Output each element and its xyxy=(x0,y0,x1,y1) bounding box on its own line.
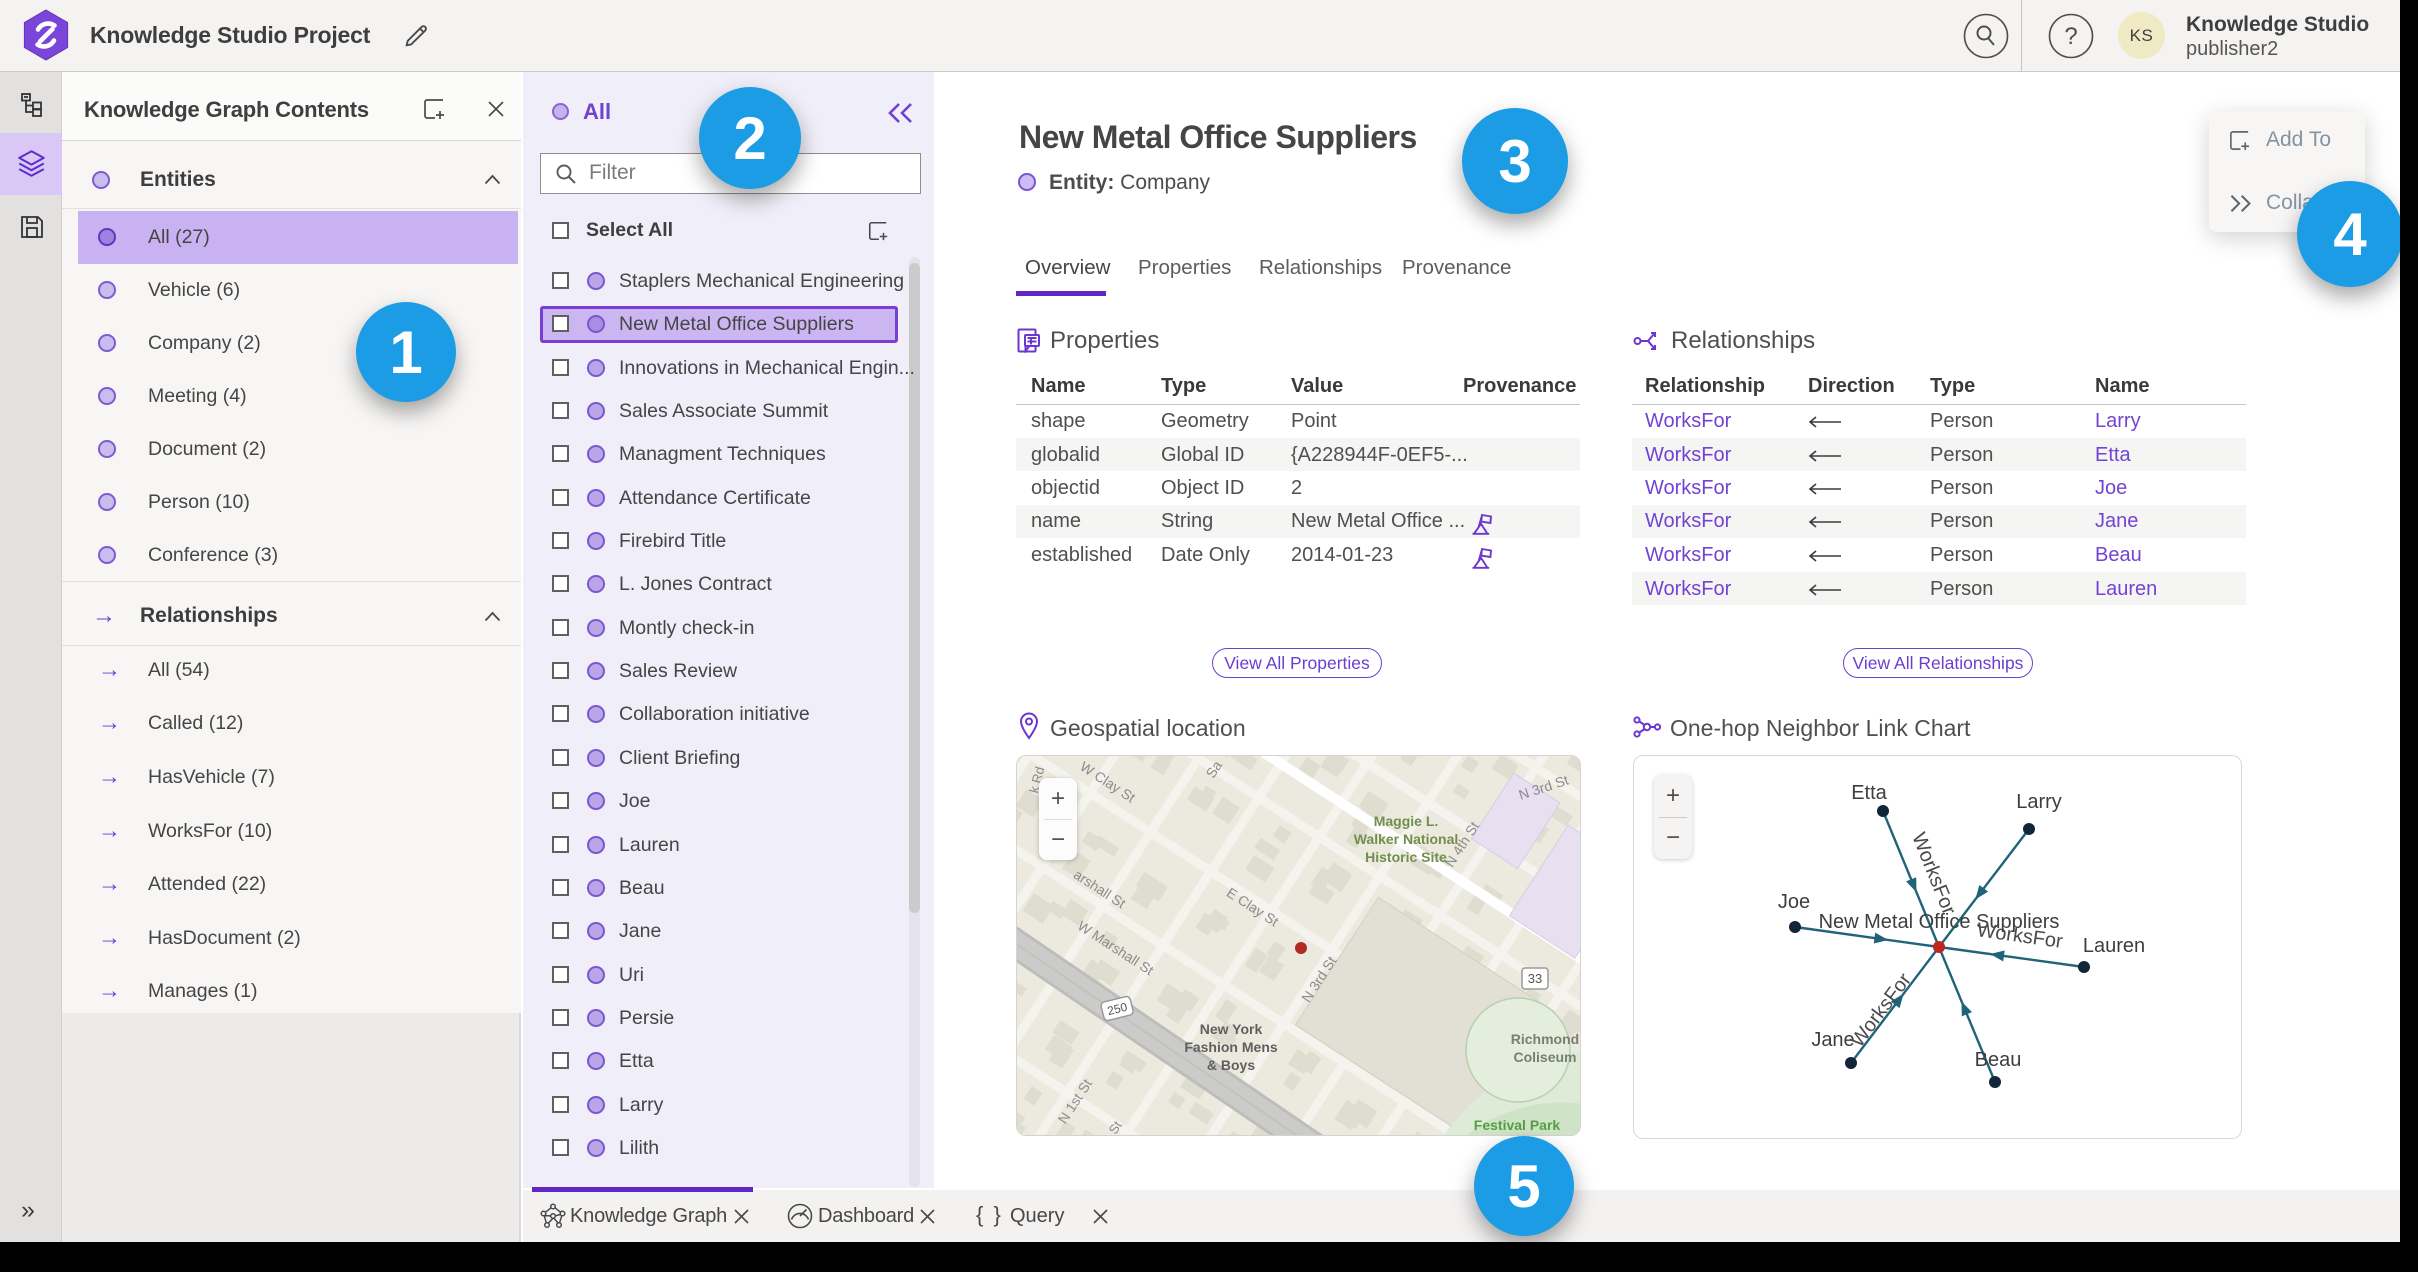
svg-text:Lauren: Lauren xyxy=(2083,935,2145,957)
svg-text:Fashion Mens: Fashion Mens xyxy=(1184,1039,1278,1055)
svg-text:WorksFor: WorksFor xyxy=(1846,969,1916,1051)
svg-text:Coliseum: Coliseum xyxy=(1513,1049,1576,1065)
svg-text:Etta: Etta xyxy=(1851,782,1887,804)
svg-text:?: ? xyxy=(2064,23,2077,50)
svg-text:33: 33 xyxy=(1528,971,1542,986)
svg-text:Historic Site: Historic Site xyxy=(1365,849,1447,865)
svg-text:Joe: Joe xyxy=(1778,891,1810,913)
svg-text:Festival Park: Festival Park xyxy=(1474,1117,1561,1133)
svg-text:Beau: Beau xyxy=(1975,1049,2022,1071)
svg-text:New York: New York xyxy=(1200,1021,1263,1037)
svg-text:& Boys: & Boys xyxy=(1207,1057,1255,1073)
svg-text:Walker National: Walker National xyxy=(1354,831,1459,847)
svg-text:Maggie L.: Maggie L. xyxy=(1374,813,1439,829)
svg-text:Richmond: Richmond xyxy=(1511,1031,1579,1047)
svg-text:WorksFor: WorksFor xyxy=(1907,830,1960,919)
svg-text:Larry: Larry xyxy=(2016,791,2062,813)
